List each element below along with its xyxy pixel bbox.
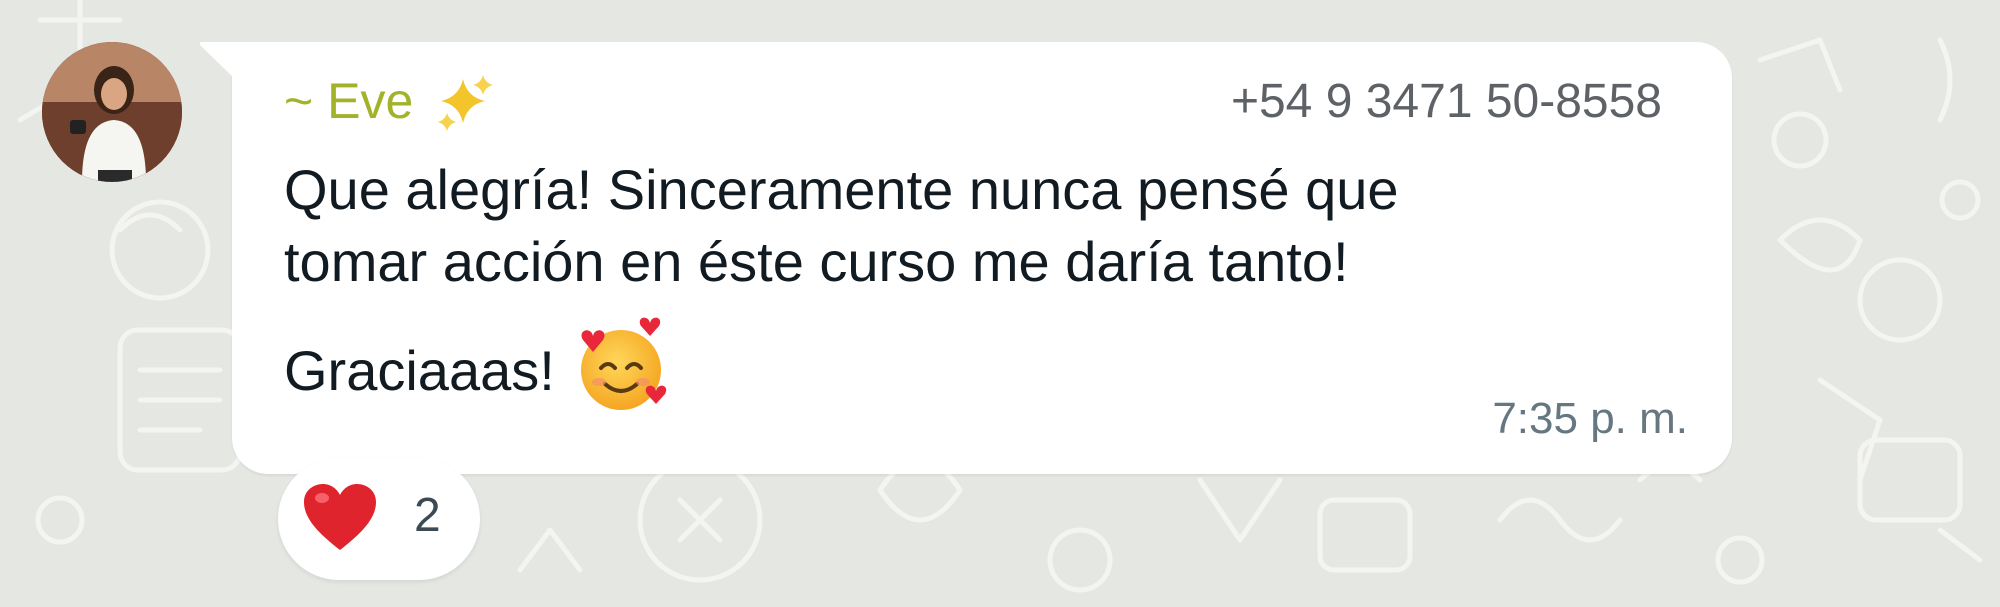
message-line: tomar acción en éste curso me daría tant… <box>284 230 1349 293</box>
reaction-count: 2 <box>414 489 441 542</box>
message-bubble[interactable]: ~ Eve +54 9 3471 50-8558 Que alegría! Si… <box>199 42 1732 474</box>
message-text: Que alegría! Sinceramente nunca pensé qu… <box>284 154 1704 418</box>
sparkles-icon <box>438 74 494 131</box>
sender-name-text: ~ Eve <box>284 73 414 129</box>
reaction-pill[interactable]: 2 <box>278 458 480 580</box>
avatar-photo <box>42 42 182 182</box>
message-line: Graciaaas! <box>284 339 555 402</box>
message-line-with-emoji: Graciaaas! <box>284 314 1704 418</box>
message-line: Que alegría! Sinceramente nunca pensé qu… <box>284 158 1399 221</box>
sender-phone: +54 9 3471 50-8558 <box>1230 75 1662 128</box>
sender-header: ~ Eve +54 9 3471 50-8558 <box>284 66 1662 136</box>
red-heart-icon <box>304 484 376 550</box>
smiling-face-with-hearts-icon <box>580 317 667 410</box>
sender-name[interactable]: ~ Eve <box>284 72 497 137</box>
sender-avatar[interactable] <box>42 42 182 182</box>
bubble-tail <box>199 42 238 82</box>
message-timestamp: 7:35 p. m. <box>1492 394 1688 443</box>
